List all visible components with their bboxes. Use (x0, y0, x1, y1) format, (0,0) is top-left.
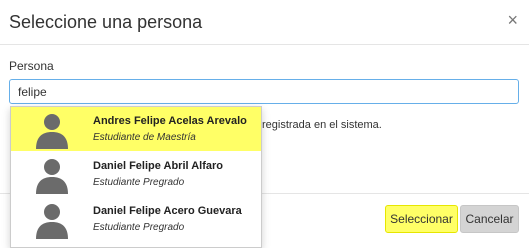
result-name: Andres Felipe Acelas Arevalo (93, 115, 247, 127)
result-item[interactable]: Andres Felipe Acelas Arevalo Estudiante … (11, 107, 261, 151)
select-button[interactable]: Seleccionar (385, 205, 458, 233)
result-role: Estudiante Pregrado (93, 177, 185, 188)
result-name: Daniel Felipe Abril Alfaro (93, 160, 223, 172)
close-button[interactable]: × (507, 11, 518, 29)
modal-title: Seleccione una persona (9, 12, 203, 32)
info-message: registrada en el sistema. (262, 119, 382, 131)
user-silhouette-icon (36, 114, 68, 149)
user-silhouette-icon (36, 159, 68, 194)
result-item[interactable]: Daniel Felipe Acero Guevara Estudiante P… (11, 197, 261, 241)
user-silhouette-icon (36, 204, 68, 239)
result-role: Estudiante Pregrado (93, 222, 185, 233)
result-name: Daniel Felipe Acero Guevara (93, 205, 242, 217)
result-item[interactable]: Daniel Felipe Abril Alfaro Estudiante Pr… (11, 152, 261, 196)
cancel-button[interactable]: Cancelar (460, 205, 519, 233)
result-role: Estudiante de Maestría (93, 132, 196, 143)
persona-label: Persona (9, 59, 54, 73)
modal-header: Seleccione una persona × (0, 0, 529, 45)
persona-search-input[interactable] (9, 79, 519, 104)
autocomplete-dropdown: Andres Felipe Acelas Arevalo Estudiante … (10, 106, 262, 248)
